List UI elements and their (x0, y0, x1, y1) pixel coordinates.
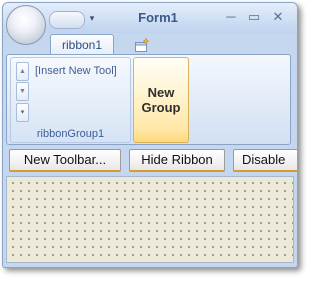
close-icon[interactable]: ✕ (269, 9, 287, 25)
gallery-scroll: ▲ ▼ ▾ (16, 62, 29, 122)
gallery-more-icon[interactable]: ▾ (16, 103, 29, 122)
action-toolbar: New Toolbar... Hide Ribbon Disable (3, 147, 297, 174)
ribbon-panel: ▲ ▼ ▾ [Insert New Tool] ribbonGroup1 New… (6, 54, 291, 145)
tab-ribbon1[interactable]: ribbon1 (50, 34, 114, 55)
maximize-icon[interactable]: ▭ (245, 9, 263, 25)
quick-access-toolbar[interactable] (49, 11, 85, 29)
title-bar[interactable]: ▾ Form1 ─ ▭ ✕ (3, 3, 297, 33)
form-window: ▾ Form1 ─ ▭ ✕ ribbon1 ▲ ▼ ▾ [Insert New … (2, 2, 298, 268)
new-group-label-line2: Group (141, 100, 181, 115)
new-group-label: New Group (142, 85, 181, 115)
ribbon-group-1: ▲ ▼ ▾ [Insert New Tool] ribbonGroup1 (10, 57, 131, 143)
design-surface[interactable] (6, 176, 294, 263)
gallery-scroll-up-icon[interactable]: ▲ (16, 62, 29, 81)
gallery-scroll-down-icon[interactable]: ▼ (16, 82, 29, 101)
ribbon-group-label: ribbonGroup1 (36, 128, 105, 140)
add-tab-icon[interactable] (134, 37, 150, 53)
new-group-label-line1: New (147, 85, 175, 100)
disable-button[interactable]: Disable (233, 149, 297, 172)
window-title: Form1 (138, 10, 178, 25)
insert-new-tool-link[interactable]: [Insert New Tool] (35, 65, 117, 77)
new-toolbar-button[interactable]: New Toolbar... (9, 149, 121, 172)
hide-ribbon-button[interactable]: Hide Ribbon (129, 149, 225, 172)
qat-dropdown-icon[interactable]: ▾ (87, 11, 97, 25)
application-menu-button[interactable] (6, 5, 46, 45)
minimize-icon[interactable]: ─ (222, 9, 240, 25)
new-group-button[interactable]: New Group (133, 57, 189, 143)
ribbon-tab-strip: ribbon1 (3, 33, 297, 55)
